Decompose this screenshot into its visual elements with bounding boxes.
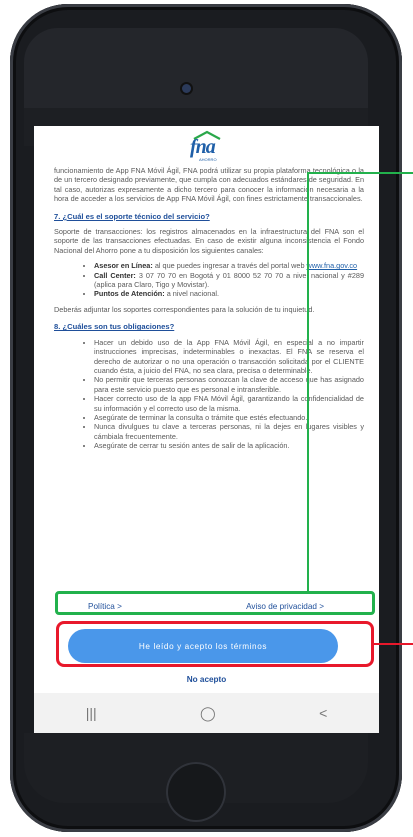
fna-website-link[interactable]: www.fna.gov.co — [307, 261, 358, 270]
support-channels-list: Asesor en Línea: al que puedes ingresar … — [54, 261, 364, 299]
fna-logo: fna AHORRO — [184, 130, 230, 162]
back-icon[interactable]: < — [319, 705, 327, 721]
list-item: Call Center: 3 07 70 70 en Bogotá y 01 8… — [94, 271, 364, 290]
section-7-paragraph: Soporte de transacciones: los registros … — [54, 227, 364, 255]
list-item: No permitir que terceras personas conozc… — [94, 375, 364, 394]
obligations-list: Hacer un debido uso de la App FNA Móvil … — [54, 338, 364, 451]
list-item: Asegúrate de terminar la consulta o trám… — [94, 413, 364, 422]
annotation-line-red — [373, 643, 413, 645]
channel-label: Puntos de Atención: — [94, 289, 165, 299]
list-item: Hacer correcto uso de la app FNA Móvil Á… — [94, 394, 364, 413]
support-note: Deberás adjuntar los soportes correspond… — [54, 304, 315, 314]
channel-text: al que puedes ingresar a través del port… — [152, 261, 307, 271]
annotation-box-green — [55, 591, 375, 615]
camera-icon — [182, 84, 191, 93]
section-8-title: 8. ¿Cuáles son tus obligaciones? — [54, 322, 175, 332]
list-item: Asesor en Línea: al que puedes ingresar … — [94, 261, 364, 270]
list-item: Nunca divulgues tu clave a terceras pers… — [94, 422, 364, 441]
section-7-title: 7. ¿Cuál es el soporte técnico del servi… — [54, 211, 210, 221]
channel-text: a nivel nacional. — [164, 289, 220, 299]
channel-label: Asesor en Línea: — [94, 261, 153, 271]
android-nav-bar: ||| ◯ < — [34, 693, 379, 733]
home-icon[interactable]: ◯ — [200, 705, 216, 722]
annotation-line-green — [307, 173, 309, 592]
annotation-box-red — [56, 621, 374, 667]
logo-text: fna — [190, 136, 216, 158]
list-item: Puntos de Atención: a nivel nacional. — [94, 289, 364, 298]
recent-apps-icon[interactable]: ||| — [86, 705, 97, 721]
list-item: Asegúrate de cerrar tu sesión antes de s… — [94, 441, 364, 450]
channel-label: Call Center: — [94, 270, 136, 280]
list-item: Hacer un debido uso de la App FNA Móvil … — [94, 338, 364, 376]
home-button — [166, 762, 226, 822]
annotation-line-green — [307, 172, 413, 174]
terms-content[interactable]: funcionamiento de App FNA Móvil Ágil, FN… — [54, 166, 364, 457]
decline-terms-link[interactable]: No acepto — [34, 675, 379, 684]
logo-tag: AHORRO — [199, 157, 217, 162]
